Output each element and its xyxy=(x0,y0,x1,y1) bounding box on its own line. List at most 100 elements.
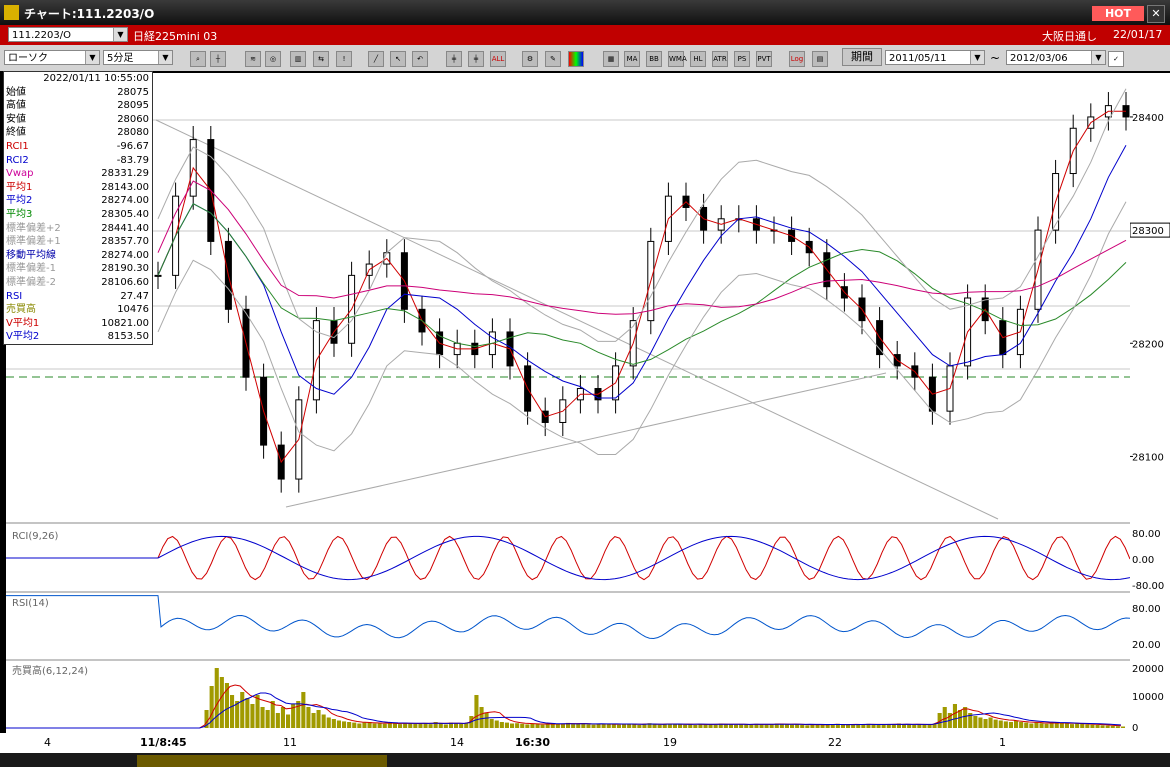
wma-label: WMA xyxy=(669,55,687,63)
ma2-line xyxy=(157,144,1127,399)
hl-button[interactable]: HL xyxy=(690,51,706,67)
volume-bar xyxy=(265,710,270,728)
info-row: 平均2 28274.00 xyxy=(4,194,152,208)
volume-bar xyxy=(805,725,810,728)
info-value: 28274.00 xyxy=(101,249,149,261)
ma-button[interactable]: MA xyxy=(624,51,640,67)
pointer-icon[interactable]: ↖ xyxy=(390,51,406,67)
log-button[interactable]: Log xyxy=(789,51,805,67)
pvt-button[interactable]: PVT xyxy=(756,51,772,67)
all-label: ALL xyxy=(491,55,505,63)
volume-bar xyxy=(474,695,479,728)
chevron-down-icon[interactable]: ▼ xyxy=(85,51,99,64)
settings-icon[interactable]: ⚙ xyxy=(522,51,538,67)
volume-bar xyxy=(606,724,611,728)
chart-area[interactable]: RCI(9,26) RSI(14) 売買高(6,12,24) xyxy=(6,73,1131,733)
ps-label: PS xyxy=(737,55,747,63)
brush-icon[interactable]: ✎ xyxy=(545,51,561,67)
info-label: 平均2 xyxy=(6,195,33,207)
info-value: 28190.30 xyxy=(101,263,149,275)
ps-button[interactable]: PS xyxy=(734,51,750,67)
volume-bar xyxy=(387,722,392,728)
volume-tick-label: 20000 xyxy=(1132,664,1164,675)
volume-bar xyxy=(286,714,291,728)
volume-bar xyxy=(1095,725,1100,728)
volume-bar xyxy=(275,713,280,728)
info-row: 標準偏差-2 28106.60 xyxy=(4,276,152,290)
chart-type-select[interactable]: ローソク ▼ xyxy=(4,50,100,65)
volume-bar xyxy=(408,723,413,728)
wma-button[interactable]: WMA xyxy=(668,51,687,67)
candle-icon[interactable]: ╪ xyxy=(446,51,462,67)
period-button[interactable]: 期間 xyxy=(842,48,882,66)
info-value: 28305.40 xyxy=(101,208,149,220)
volume-bar xyxy=(1115,726,1120,728)
volume-bar xyxy=(576,723,581,728)
info-row: 終値 28080 xyxy=(4,126,152,140)
compare-icon[interactable]: ⇆ xyxy=(313,51,329,67)
symbol-input[interactable]: 111.2203/O ▼ xyxy=(8,27,128,42)
rsi-label: RSI(14) xyxy=(12,598,49,609)
grid-icon[interactable]: ▦ xyxy=(603,51,619,67)
chevron-down-icon[interactable]: ▼ xyxy=(158,51,172,64)
volume-bar xyxy=(790,724,795,728)
checkbox-icon[interactable]: ✓ xyxy=(1108,51,1124,67)
volume-bar xyxy=(652,724,657,728)
info-label: 標準偏差+2 xyxy=(6,222,61,234)
crosshair-icon[interactable]: ┼ xyxy=(210,51,226,67)
x-label: 1 xyxy=(999,736,1006,749)
scrollbar-thumb[interactable] xyxy=(137,755,387,767)
instrument-name: 日経225mini 03 xyxy=(133,30,218,43)
info-row: Vwap 28331.29 xyxy=(4,167,152,181)
info-value: 28075 xyxy=(117,86,149,98)
bb-button[interactable]: BB xyxy=(646,51,662,67)
candle2-icon[interactable]: ╪ xyxy=(468,51,484,67)
volume-bar xyxy=(571,724,576,728)
calendar-dropdown-icon[interactable]: ▼ xyxy=(1091,51,1105,64)
hot-button[interactable]: HOT xyxy=(1092,6,1144,21)
volume-bar xyxy=(622,724,627,728)
volume-bar xyxy=(377,723,382,728)
volume-bar xyxy=(1044,723,1049,728)
all-button[interactable]: ALL xyxy=(490,51,506,67)
draw-line-icon[interactable]: ╱ xyxy=(368,51,384,67)
volume-bar xyxy=(296,701,301,728)
table-icon[interactable]: ▤ xyxy=(812,51,828,67)
x-label: 19 xyxy=(663,736,677,749)
volume-bar xyxy=(637,725,642,728)
search-icon[interactable]: ◎ xyxy=(265,51,281,67)
date-to-field[interactable]: 2012/03/06 ▼ xyxy=(1006,50,1106,65)
volume-bar xyxy=(540,724,545,728)
volume-bar xyxy=(942,707,947,728)
zoom-icon[interactable]: ⌕ xyxy=(190,51,206,67)
window-title: チャート:111.2203/O xyxy=(24,7,155,21)
info-label: RCI1 xyxy=(6,140,29,152)
info-row: 安値 28060 xyxy=(4,113,152,127)
volume-bar xyxy=(342,721,347,728)
indicator-icon[interactable]: ≋ xyxy=(245,51,261,67)
alert-icon[interactable]: ! xyxy=(336,51,352,67)
price-tick-label: 28200 xyxy=(1132,339,1164,350)
close-icon[interactable]: ✕ xyxy=(1147,5,1165,23)
volume-bar xyxy=(438,723,443,728)
rsi-tick-label: 80.00 xyxy=(1132,604,1161,615)
horizontal-scrollbar[interactable] xyxy=(0,753,1170,767)
volume-bar xyxy=(683,724,688,728)
calendar-dropdown-icon[interactable]: ▼ xyxy=(970,51,984,64)
color-icon[interactable] xyxy=(568,51,584,67)
chevron-down-icon[interactable]: ▼ xyxy=(113,28,127,41)
period-select[interactable]: 5分足 ▼ xyxy=(103,50,173,65)
volume-label: 売買高(6,12,24) xyxy=(12,664,88,677)
date-from-field[interactable]: 2011/05/11 ▼ xyxy=(885,50,985,65)
volume-bar xyxy=(372,723,377,728)
info-rows: 始値 28075 高値 28095 安値 28060 終値 28080 RCI1 -96.67 RC… xyxy=(4,86,152,344)
undo-icon[interactable]: ↶ xyxy=(412,51,428,67)
log-label: Log xyxy=(790,55,804,63)
rsi-line xyxy=(6,595,1131,640)
info-row: 移動平均線 28274.00 xyxy=(4,249,152,263)
atr-button[interactable]: ATR xyxy=(712,51,728,67)
bar-icon[interactable]: ▥ xyxy=(290,51,306,67)
volume-bar xyxy=(993,719,998,728)
ohlc-info-panel: 2022/01/11 10:55:00 始値 28075 高値 28095 安値 2806… xyxy=(3,71,153,345)
volume-bar xyxy=(749,725,754,728)
